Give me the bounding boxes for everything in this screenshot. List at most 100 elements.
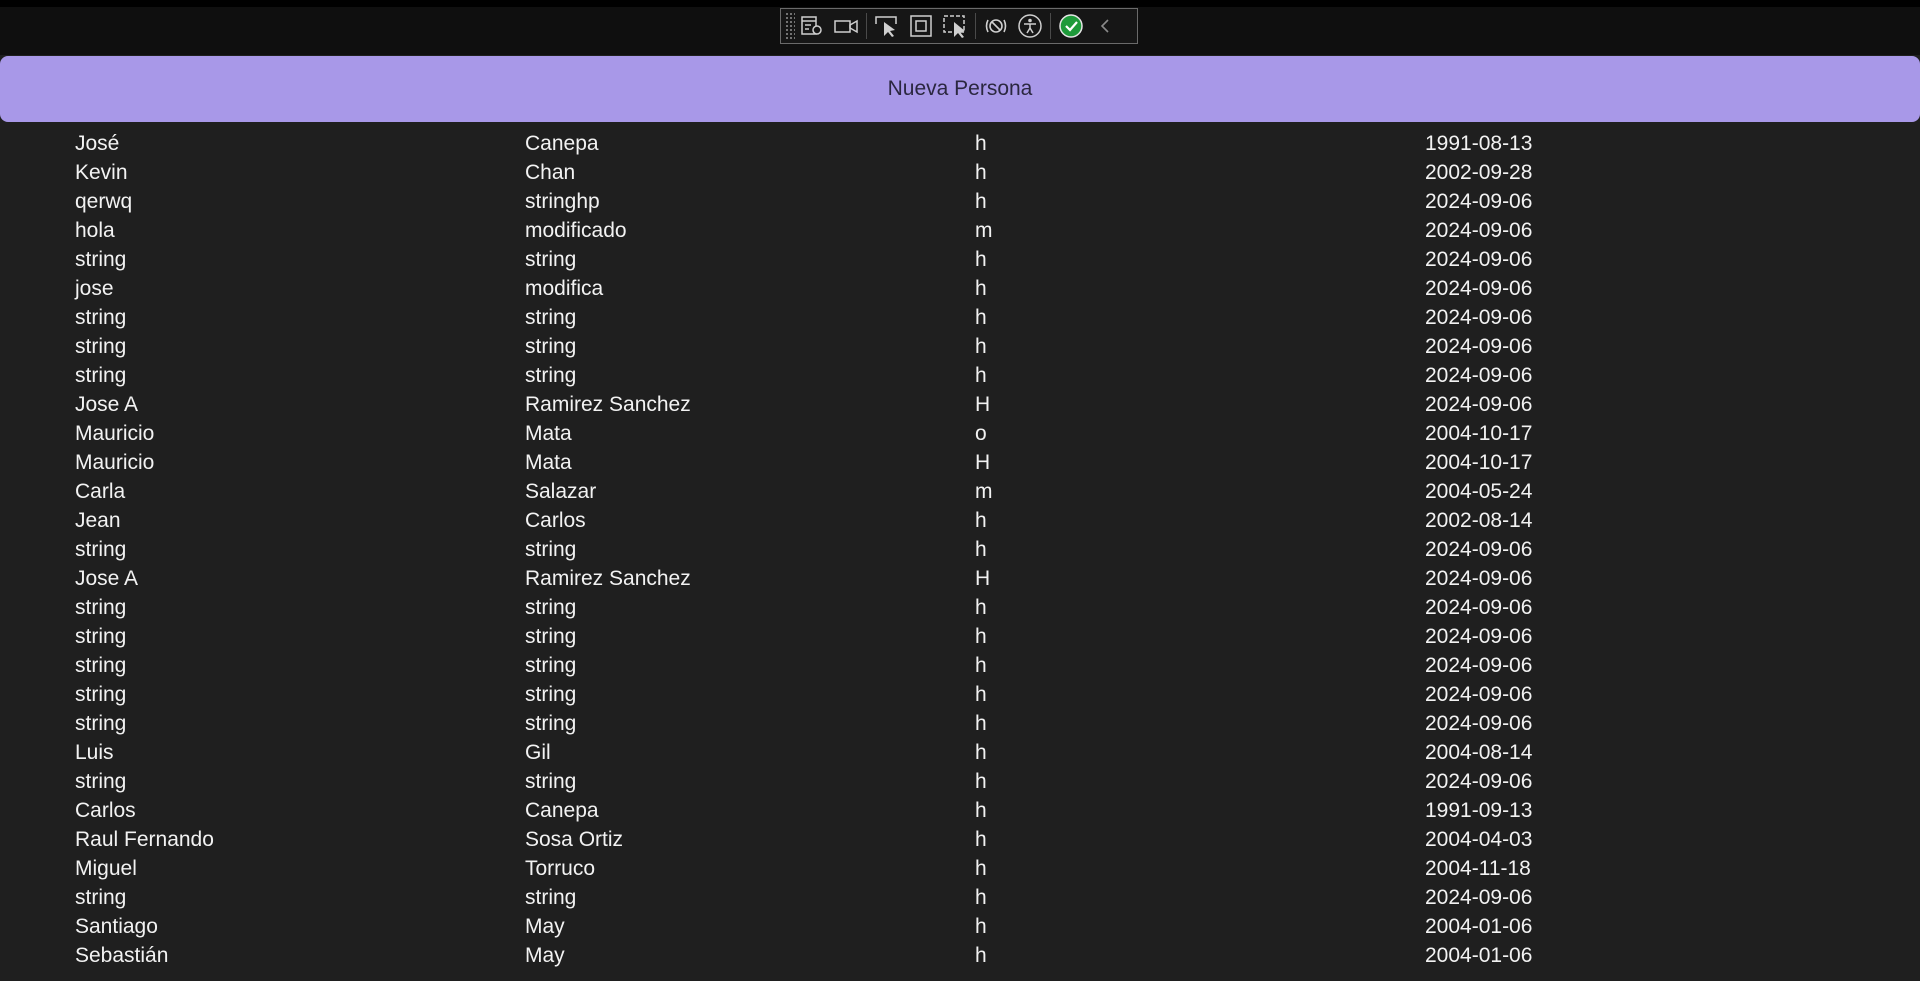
first-name-cell: Carlos [75, 798, 136, 822]
birth-date-cell: 2004-04-03 [1425, 827, 1533, 851]
last-name-cell: Salazar [525, 479, 597, 503]
birth-date-cell: 2024-09-06 [1425, 769, 1533, 793]
person-row[interactable]: Mauricio Mata o 2004-10-17 [0, 419, 1920, 448]
first-name-cell: Sebastián [75, 943, 169, 967]
first-name-cell: string [75, 624, 127, 648]
last-name-cell: Mata [525, 421, 572, 445]
person-row[interactable]: qerwq stringhp h 2024-09-06 [0, 187, 1920, 216]
birth-date-cell: 2024-09-06 [1425, 682, 1533, 706]
birth-date-cell: 2004-01-06 [1425, 914, 1533, 938]
person-row[interactable]: hola modificado m 2024-09-06 [0, 216, 1920, 245]
person-row[interactable]: string string h 2024-09-06 [0, 709, 1920, 738]
person-row[interactable]: Miguel Torruco h 2004-11-18 [0, 854, 1920, 883]
last-name-cell: May [525, 943, 565, 967]
first-name-cell: string [75, 247, 127, 271]
person-row[interactable]: string string h 2024-09-06 [0, 361, 1920, 390]
first-name-cell: Miguel [75, 856, 137, 880]
collapse-chevron-icon[interactable] [1088, 9, 1122, 43]
person-row[interactable]: Luis Gil h 2004-08-14 [0, 738, 1920, 767]
person-row[interactable]: string string h 2024-09-06 [0, 593, 1920, 622]
sex-cell: H [975, 450, 991, 474]
person-row[interactable]: Raul Fernando Sosa Ortiz h 2004-04-03 [0, 825, 1920, 854]
first-name-cell: José [75, 131, 120, 155]
accessibility-icon[interactable] [1013, 9, 1047, 43]
first-name-cell: string [75, 711, 127, 735]
first-name-cell: string [75, 595, 127, 619]
first-name-cell: string [75, 885, 127, 909]
first-name-cell: Mauricio [75, 450, 155, 474]
display-layout-adorners-icon[interactable] [904, 9, 938, 43]
people-list[interactable]: José Canepa h 1991-08-13 Kevin Chan h 2002-09-2… [0, 129, 1920, 970]
first-name-cell: Mauricio [75, 421, 155, 445]
person-row[interactable]: Mauricio Mata H 2004-10-17 [0, 448, 1920, 477]
person-row[interactable]: string string h 2024-09-06 [0, 680, 1920, 709]
first-name-cell: Jose A [75, 566, 139, 590]
sex-cell: h [975, 160, 987, 184]
person-row[interactable]: jose modifica h 2024-09-06 [0, 274, 1920, 303]
person-row[interactable]: string string h 2024-09-06 [0, 622, 1920, 651]
toolbar-separator [1050, 13, 1051, 39]
sex-cell: H [975, 392, 991, 416]
sex-cell: h [975, 827, 987, 851]
person-row[interactable]: string string h 2024-09-06 [0, 883, 1920, 912]
last-name-cell: Canepa [525, 131, 599, 155]
last-name-cell: string [525, 595, 577, 619]
birth-date-cell: 2004-10-17 [1425, 450, 1533, 474]
window-top-edge [0, 0, 1920, 7]
person-row[interactable]: Jose A Ramirez Sanchez H 2024-09-06 [0, 564, 1920, 593]
first-name-cell: Jose A [75, 392, 139, 416]
person-row[interactable]: string string h 2024-09-06 [0, 767, 1920, 796]
live-visual-tree-icon[interactable] [795, 9, 829, 43]
last-name-cell: modifica [525, 276, 604, 300]
birth-date-cell: 2024-09-06 [1425, 624, 1533, 648]
sex-cell: h [975, 334, 987, 358]
last-name-cell: string [525, 363, 577, 387]
person-row[interactable]: Santiago May h 2004-01-06 [0, 912, 1920, 941]
person-row[interactable]: string string h 2024-09-06 [0, 332, 1920, 361]
person-row[interactable]: string string h 2024-09-06 [0, 245, 1920, 274]
first-name-cell: string [75, 653, 127, 677]
last-name-cell: Sosa Ortiz [525, 827, 624, 851]
last-name-cell: string [525, 769, 577, 793]
last-name-cell: modificado [525, 218, 627, 242]
binding-failures-icon[interactable] [979, 9, 1013, 43]
toolbar-grip-handle[interactable] [785, 12, 795, 40]
person-row[interactable]: string string h 2024-09-06 [0, 535, 1920, 564]
sex-cell: H [975, 566, 991, 590]
last-name-cell: string [525, 653, 577, 677]
birth-date-cell: 2024-09-06 [1425, 653, 1533, 677]
sex-cell: h [975, 943, 987, 967]
birth-date-cell: 2024-09-06 [1425, 566, 1533, 590]
hot-reload-status-icon[interactable] [1054, 9, 1088, 43]
first-name-cell: Carla [75, 479, 126, 503]
person-row[interactable]: Carlos Canepa h 1991-09-13 [0, 796, 1920, 825]
sex-cell: h [975, 740, 987, 764]
select-element-icon[interactable] [870, 9, 904, 43]
person-row[interactable]: Sebastián May h 2004-01-06 [0, 941, 1920, 970]
person-row[interactable]: string string h 2024-09-06 [0, 303, 1920, 332]
person-row[interactable]: Jean Carlos h 2002-08-14 [0, 506, 1920, 535]
first-name-cell: string [75, 769, 127, 793]
person-row[interactable]: José Canepa h 1991-08-13 [0, 129, 1920, 158]
last-name-cell: string [525, 247, 577, 271]
track-focused-element-icon[interactable] [938, 9, 972, 43]
person-row[interactable]: Kevin Chan h 2002-09-28 [0, 158, 1920, 187]
last-name-cell: Carlos [525, 508, 586, 532]
birth-date-cell: 2004-05-24 [1425, 479, 1533, 503]
last-name-cell: Chan [525, 160, 576, 184]
last-name-cell: string [525, 334, 577, 358]
birth-date-cell: 2004-11-18 [1425, 856, 1531, 880]
person-row[interactable]: Carla Salazar m 2004-05-24 [0, 477, 1920, 506]
birth-date-cell: 2024-09-06 [1425, 711, 1533, 735]
toolbar-separator [866, 13, 867, 39]
last-name-cell: string [525, 885, 577, 909]
sex-cell: h [975, 711, 987, 735]
record-icon[interactable] [829, 9, 863, 43]
xaml-debug-toolbar [780, 8, 1138, 44]
last-name-cell: stringhp [525, 189, 600, 213]
person-row[interactable]: Jose A Ramirez Sanchez H 2024-09-06 [0, 390, 1920, 419]
first-name-cell: string [75, 334, 127, 358]
toolbar-separator [975, 13, 976, 39]
person-row[interactable]: string string h 2024-09-06 [0, 651, 1920, 680]
new-person-button[interactable]: Nueva Persona [0, 56, 1920, 122]
